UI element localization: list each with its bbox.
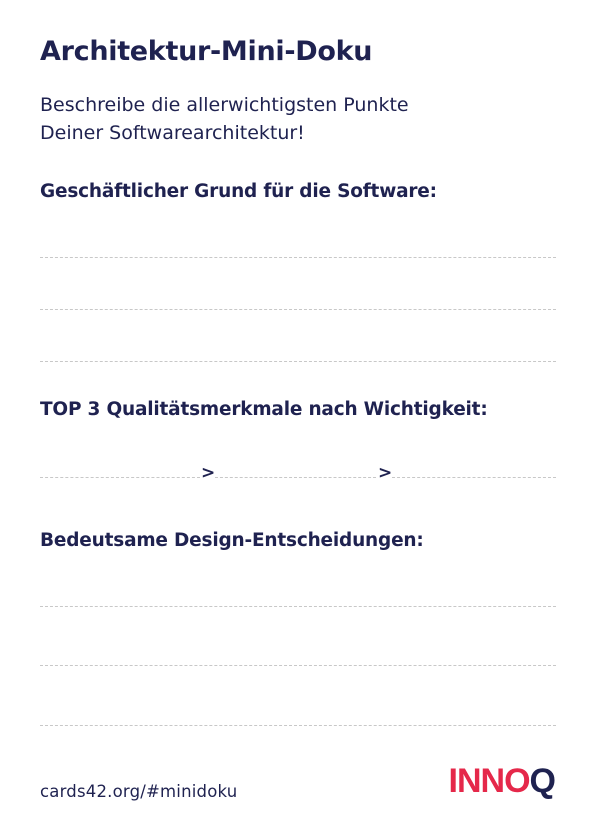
innoq-logo: INNOQ	[448, 762, 556, 800]
quality-goal-separator-1: >	[201, 463, 216, 483]
business-reason-line-3[interactable]	[40, 361, 556, 362]
quality-goal-line-2[interactable]	[215, 477, 376, 478]
business-reason-line-2[interactable]	[40, 309, 556, 310]
subtitle-line-1: Beschreibe die allerwichtigsten Punkte	[40, 94, 409, 116]
page-title: Architektur-Mini-Doku	[40, 36, 373, 67]
design-decisions-line-3[interactable]	[40, 725, 556, 726]
section-heading-design-decisions: Bedeutsame Design-Entscheidungen:	[40, 530, 424, 551]
page-subtitle: Beschreibe die allerwichtigsten Punkte D…	[40, 91, 560, 147]
quality-goal-separator-2: >	[378, 463, 393, 483]
quality-goal-line-1[interactable]	[40, 477, 200, 478]
design-decisions-line-1[interactable]	[40, 606, 556, 607]
business-reason-line-1[interactable]	[40, 257, 556, 258]
subtitle-line-2: Deiner Softwarearchitektur!	[40, 122, 305, 144]
section-heading-business-reason: Geschäftlicher Grund für die Software:	[40, 181, 437, 202]
footer-link[interactable]: cards42.org/#minidoku	[40, 782, 237, 801]
quality-goal-line-3[interactable]	[392, 477, 556, 478]
logo-part-inno: INNO	[448, 762, 531, 800]
section-heading-quality-goals: TOP 3 Qualitätsmerkmale nach Wichtigkeit…	[40, 399, 488, 420]
design-decisions-line-2[interactable]	[40, 665, 556, 666]
logo-part-q: Q	[529, 762, 556, 800]
